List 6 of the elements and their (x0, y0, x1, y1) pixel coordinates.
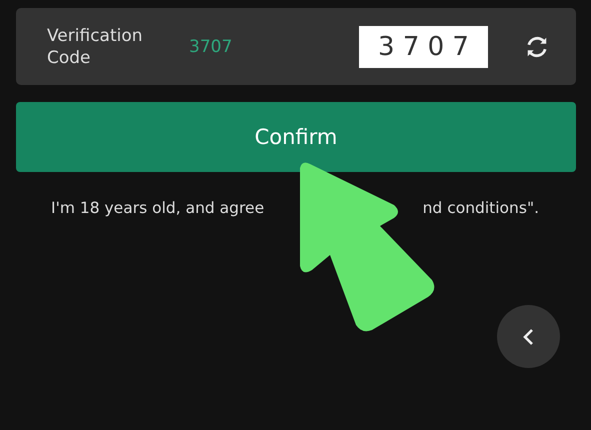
captcha-image[interactable]: 3 7 0 7 (359, 26, 488, 68)
agreement-text: I'm 18 years old, and agree (51, 199, 264, 217)
agreement-text: nd conditions". (422, 199, 539, 217)
verification-code: 3707 (189, 36, 234, 56)
confirm-button[interactable]: Confirm (16, 102, 576, 172)
verification-label: Verification Code (47, 24, 144, 68)
